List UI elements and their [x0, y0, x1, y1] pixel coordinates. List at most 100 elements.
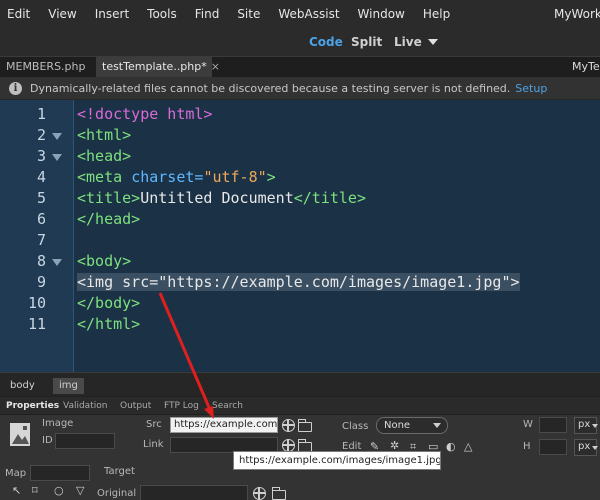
width-label: W	[523, 419, 533, 430]
line-number: 7	[36, 231, 46, 249]
brightness-icon[interactable]: ◐	[446, 441, 456, 453]
setup-link[interactable]: Setup	[515, 82, 547, 95]
menu-window[interactable]: Window	[349, 0, 414, 28]
document-tab-bar: MEMBERS.php testTemplate..php* × MyTes	[0, 56, 600, 77]
main-menu: Edit View Insert Tools Find Site WebAssi…	[0, 0, 459, 28]
code-line[interactable]: </body>	[77, 293, 140, 314]
code-line[interactable]: <!doctype html>	[77, 104, 212, 125]
tab-search[interactable]: Search	[212, 397, 243, 415]
menu-webassist[interactable]: WebAssist	[269, 0, 348, 28]
tab-testtemplate-php[interactable]: testTemplate..php* ×	[96, 57, 220, 77]
code-line[interactable]: <title>Untitled Document</title>	[77, 188, 366, 209]
class-select[interactable]: None	[376, 417, 448, 434]
code-token: <img src="https://example.com/images/ima…	[77, 273, 520, 291]
live-options-chevron-down-icon[interactable]	[428, 39, 438, 45]
menu-find[interactable]: Find	[186, 0, 229, 28]
link-label: Link	[143, 439, 164, 450]
view-switcher: Code Split Live	[0, 28, 600, 56]
class-label: Class	[342, 421, 369, 432]
circle-hotspot-icon[interactable]: ○	[54, 485, 64, 497]
line-number: 1	[36, 105, 46, 123]
chevron-down-icon	[592, 424, 598, 428]
code-line[interactable]: <html>	[77, 125, 131, 146]
code-editor[interactable]: 1 2 3 4 5 6 7 8 9 10 11 <!doctype html> <html> <head…	[0, 100, 600, 372]
code-token: </body>	[77, 294, 141, 312]
fold-chevron-down-icon[interactable]	[52, 133, 62, 140]
code-line[interactable]: <body>	[77, 251, 131, 272]
code-token: </head>	[77, 210, 141, 228]
line-number: 8	[36, 252, 46, 270]
tab-ftp-log[interactable]: FTP Log	[164, 397, 199, 415]
code-token: <head>	[77, 147, 132, 165]
height-unit-select[interactable]: px	[574, 439, 598, 456]
height-field[interactable]	[539, 439, 567, 455]
original-field[interactable]	[140, 485, 248, 500]
width-field[interactable]	[539, 417, 567, 433]
point-to-file-icon[interactable]	[282, 419, 295, 432]
site-path: MyTes	[572, 60, 600, 73]
map-field[interactable]	[30, 465, 90, 481]
menu-site[interactable]: Site	[228, 0, 269, 28]
pointer-hotspot-icon[interactable]: ↖	[12, 485, 21, 497]
map-label: Map	[5, 468, 27, 479]
chevron-down-icon	[592, 446, 598, 450]
chevron-down-icon	[433, 423, 441, 428]
line-number: 11	[27, 315, 46, 333]
menu-edit[interactable]: Edit	[0, 0, 39, 28]
tab-label: testTemplate..php*	[102, 60, 207, 73]
tab-label: MEMBERS.php	[6, 60, 86, 73]
menu-view[interactable]: View	[39, 0, 85, 28]
line-number: 3	[36, 147, 46, 165]
code-line[interactable]: </html>	[77, 314, 140, 335]
fold-chevron-down-icon[interactable]	[52, 154, 62, 161]
menu-tools[interactable]: Tools	[138, 0, 186, 28]
code-line[interactable]: <meta charset="utf-8">	[77, 167, 276, 188]
line-number: 4	[36, 168, 46, 186]
src-field[interactable]: https://example.com/images/image1.jpg	[170, 417, 278, 433]
close-icon[interactable]: ×	[211, 60, 220, 73]
tab-properties[interactable]: Properties	[6, 397, 59, 415]
live-view-button[interactable]: Live	[394, 28, 422, 56]
id-field[interactable]	[55, 433, 115, 449]
tag-body[interactable]: body	[4, 378, 41, 394]
fold-chevron-down-icon[interactable]	[52, 259, 62, 266]
workspace-switcher[interactable]: MyWorks	[554, 0, 600, 28]
info-message: Dynamically-related files cannot be disc…	[30, 81, 511, 95]
folder-icon[interactable]	[271, 487, 286, 500]
polygon-hotspot-icon[interactable]: ▽	[76, 485, 84, 497]
src-label: Src	[146, 419, 162, 430]
code-token: <body>	[77, 252, 132, 270]
image-label: Image	[42, 418, 74, 429]
target-label: Target	[104, 466, 135, 477]
code-token: <meta	[77, 168, 132, 186]
code-line[interactable]: </head>	[77, 209, 140, 230]
height-unit: px	[578, 441, 591, 452]
line-number: 9	[36, 273, 46, 291]
id-label: ID	[42, 435, 53, 446]
tab-validation[interactable]: Validation	[63, 397, 107, 415]
tag-selector: body img	[0, 372, 600, 396]
menu-insert[interactable]: Insert	[86, 0, 138, 28]
code-line[interactable]: <img src="https://example.com/images/ima…	[77, 272, 520, 293]
point-to-file-icon[interactable]	[253, 487, 266, 500]
folder-icon[interactable]	[297, 419, 312, 432]
split-view-button[interactable]: Split	[351, 28, 382, 56]
tab-output[interactable]: Output	[120, 397, 151, 415]
tag-img[interactable]: img	[53, 378, 84, 394]
sharpen-icon[interactable]: △	[464, 441, 472, 453]
properties-panel: Properties Validation Output FTP Log Sea…	[0, 396, 600, 500]
tab-members-php[interactable]: MEMBERS.php	[0, 57, 96, 77]
info-icon: i	[9, 81, 22, 95]
src-tooltip: https://example.com/images/image1.jpg	[233, 451, 441, 470]
rectangle-hotspot-icon[interactable]: ⌑	[32, 485, 38, 497]
width-unit-select[interactable]: px	[574, 417, 598, 434]
code-line[interactable]: <head>	[77, 146, 131, 167]
line-number: 10	[27, 294, 46, 312]
menu-help[interactable]: Help	[414, 0, 459, 28]
height-label: H	[523, 441, 531, 452]
code-view-button[interactable]: Code	[309, 28, 343, 56]
line-number: 2	[36, 126, 46, 144]
code-token: <!doctype html>	[77, 105, 213, 123]
original-label: Original	[97, 488, 137, 499]
code-token: "utf-8"	[203, 168, 267, 186]
